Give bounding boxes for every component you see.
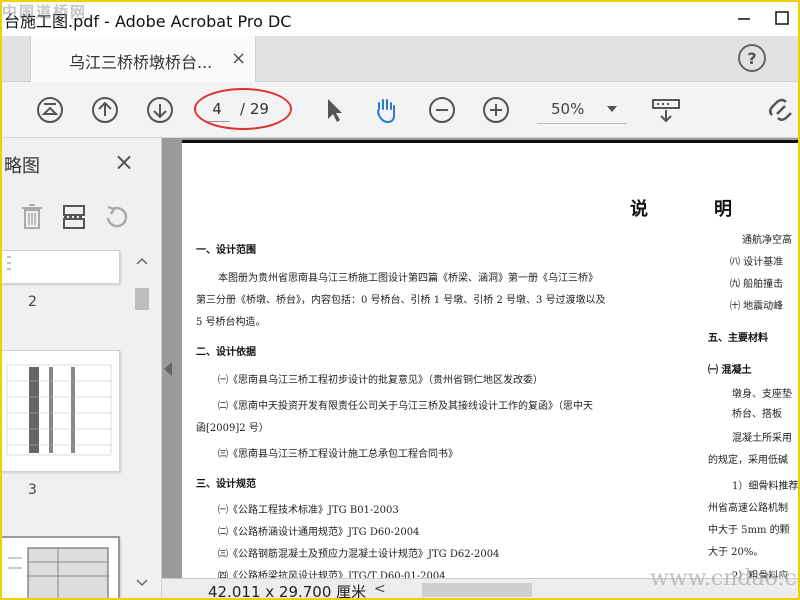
doc-text-line: 1）细骨料推荐	[732, 481, 799, 492]
chevron-down-icon	[136, 579, 148, 587]
doc-text-line: 函[2009]2 号）	[196, 423, 269, 434]
chevron-down-icon	[607, 106, 617, 112]
scroll-mode-button[interactable]	[650, 94, 682, 126]
page-dimensions: 42.011 x 29.700 厘米	[208, 583, 367, 600]
doc-text-line: 桥台、搭板	[732, 409, 782, 420]
arrow-down-icon	[147, 97, 173, 123]
thumbnail-preview	[8, 547, 109, 600]
document-viewport[interactable]: 说 明 一、设计范围本图册为贵州省思南县乌江三桥施工图设计第四篇《桥梁、涵洞》第…	[162, 138, 800, 600]
thumbnail-page-2[interactable]	[0, 250, 120, 284]
chevron-up-icon	[136, 257, 148, 265]
scrollbar-thumb[interactable]	[135, 288, 149, 310]
doc-text-line: ㈡《思南中天投资开发有限责任公司关于乌江三桥及其接线设计工作的复函》（思中天	[218, 401, 593, 412]
thumbnail-list: 2 3	[0, 250, 132, 600]
thumbnail-page-3[interactable]	[0, 350, 120, 472]
delete-page-button[interactable]	[18, 202, 46, 232]
minimize-icon	[738, 18, 750, 20]
doc-section-heading: 五、主要材料	[708, 333, 768, 344]
panel-title: 略图	[4, 156, 40, 177]
first-page-icon	[37, 97, 63, 123]
zoom-dropdown[interactable]: 50%	[537, 96, 627, 124]
doc-text-line: 第三分册《桥墩、桥台》，内容包括：0 号桥台、引桥 1 号墩、引桥 2 号墩、3…	[196, 295, 606, 306]
panel-close-button[interactable]: ×	[114, 148, 134, 176]
doc-text-line: 墩身、支座垫	[732, 389, 792, 400]
zoom-in-icon	[483, 97, 509, 123]
doc-text-line: 混凝土所采用	[732, 433, 792, 444]
doc-text-line: 中大于 5mm 的颗	[708, 525, 790, 536]
next-page-button[interactable]	[144, 94, 176, 126]
doc-text-line: ㈢《公路钢筋混凝土及预应力混凝土设计规范》JTG D62-2004	[218, 549, 500, 560]
thumbnails-panel: 略图 × 2 3	[0, 138, 162, 600]
zoom-value: 50%	[551, 100, 585, 118]
pdf-page: 说 明 一、设计范围本图册为贵州省思南县乌江三桥施工图设计第四篇《桥梁、涵洞》第…	[182, 140, 800, 580]
maximize-icon	[775, 11, 789, 25]
trash-icon	[22, 204, 42, 229]
select-tool-button[interactable]	[318, 94, 350, 126]
insert-page-button[interactable]	[60, 202, 88, 232]
tab-close-button[interactable]: ×	[231, 48, 246, 69]
scroll-mode-icon	[652, 99, 680, 123]
tab-bar: 乌江三桥桥墩桥台... × ?	[0, 36, 800, 82]
watermark-logo: 中国道桥网	[2, 3, 88, 21]
horizontal-scrollbar-thumb[interactable]	[422, 583, 532, 597]
insert-page-icon	[63, 205, 85, 229]
doc-text-line: 5 号桥台构造。	[196, 317, 266, 328]
scroll-left-button[interactable]: <	[374, 581, 386, 597]
doc-section-heading: 二、设计依据	[196, 347, 256, 358]
tab-label: 乌江三桥桥墩桥台...	[69, 53, 213, 72]
doc-text-line: ㈡《公路桥涵设计通用规范》JTG D60-2004	[218, 527, 420, 538]
pointer-icon	[328, 99, 342, 122]
doc-heading-left: 说	[630, 199, 648, 220]
zoom-in-button[interactable]	[480, 94, 512, 126]
thumbnail-label: 3	[28, 482, 37, 498]
collapse-panel-arrow[interactable]	[164, 362, 172, 376]
title-bar: 台施工图.pdf - Adobe Acrobat Pro DC 中国道桥网	[0, 0, 800, 36]
rotate-icon	[106, 205, 128, 228]
thumbnail-preview	[6, 364, 112, 456]
doc-section-heading: ㈠ 混凝土	[708, 365, 752, 376]
doc-text-line: 州省高速公路机制	[708, 503, 788, 514]
thumbnail-page-4[interactable]	[0, 536, 120, 600]
maximize-button[interactable]	[770, 6, 794, 30]
hand-tool-button[interactable]	[370, 94, 402, 126]
document-tab[interactable]: 乌江三桥桥墩桥台... ×	[30, 36, 256, 82]
doc-text-line: 大于 20%。	[708, 547, 764, 558]
doc-text-line: 的规定，采用低碱	[708, 455, 788, 466]
doc-text-line: 通航净空高	[742, 235, 792, 246]
help-button[interactable]: ?	[738, 44, 766, 72]
red-highlight-ellipse	[194, 88, 292, 130]
previous-page-button[interactable]	[89, 94, 121, 126]
doc-heading-right: 明	[714, 199, 732, 220]
doc-text-line: ㈩ 地震动峰	[730, 301, 784, 312]
doc-text-line: ㈢《思南县乌江三桥工程设计施工总承包工程合同书》	[218, 449, 458, 460]
toolbar: 4 / 29 50%	[0, 82, 800, 138]
thumbnail-scrollbar[interactable]	[132, 250, 152, 600]
doc-section-heading: 三、设计规范	[196, 479, 256, 490]
zoom-out-button[interactable]	[426, 94, 458, 126]
hand-icon	[377, 99, 395, 124]
doc-text-line: ㈧ 设计基准	[730, 257, 784, 268]
rotate-page-button[interactable]	[102, 202, 130, 232]
doc-section-heading: 一、设计范围	[196, 245, 256, 256]
doc-text-line: 本图册为贵州省思南县乌江三桥施工图设计第四篇《桥梁、涵洞》第一册《乌江三桥》	[218, 273, 598, 284]
page-navigator: 4 / 29	[194, 88, 292, 130]
zoom-out-icon	[429, 97, 455, 123]
thumbnail-preview	[7, 256, 11, 270]
first-page-button[interactable]	[34, 94, 66, 126]
doc-text-line: ㈨ 船舶撞击	[730, 279, 784, 290]
watermark-url: www.cndao.com	[650, 566, 800, 591]
minimize-button[interactable]	[732, 6, 756, 30]
help-icon: ?	[747, 48, 757, 68]
doc-text-line: ㈠《公路工程技术标准》JTG B01-2003	[218, 505, 399, 516]
link-icon	[769, 98, 792, 121]
thumbnail-label: 2	[28, 294, 37, 310]
link-button[interactable]	[766, 94, 798, 126]
doc-text-line: ㈠《思南县乌江三桥工程初步设计的批复意见》（贵州省铜仁地区发改委）	[218, 375, 543, 386]
arrow-up-icon	[92, 97, 118, 123]
